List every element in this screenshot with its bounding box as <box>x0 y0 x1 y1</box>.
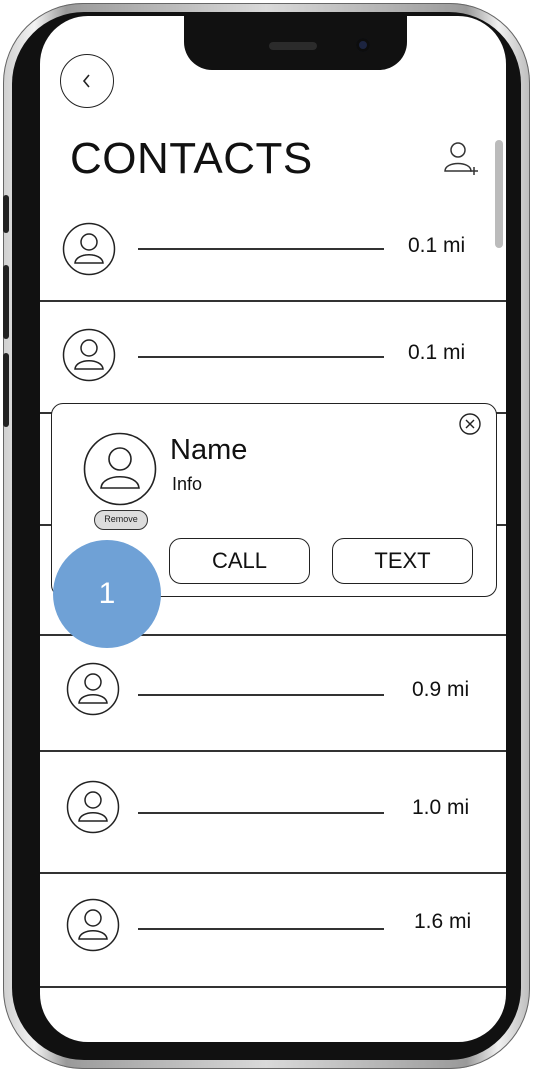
user-icon <box>62 222 116 276</box>
user-icon <box>66 662 120 716</box>
text-button[interactable]: TEXT <box>332 538 473 584</box>
page-title: CONTACTS <box>70 134 313 183</box>
scrollbar[interactable] <box>495 140 503 248</box>
divider <box>40 986 506 988</box>
remove-button[interactable]: Remove <box>94 510 148 530</box>
divider <box>40 750 506 752</box>
call-button[interactable]: CALL <box>169 538 310 584</box>
contact-info: Info <box>172 474 203 494</box>
back-button[interactable] <box>60 54 114 108</box>
close-icon[interactable] <box>458 412 482 436</box>
notch <box>184 16 407 70</box>
contact-distance: 1.0 mi <box>412 796 470 819</box>
divider <box>40 872 506 874</box>
speaker <box>269 42 317 50</box>
contact-distance: 0.1 mi <box>408 234 466 257</box>
add-user-icon[interactable] <box>440 138 480 178</box>
screen: CONTACTS 0.1 mi 0.1 mi Name Info Remove … <box>40 16 506 1042</box>
volume-up-button <box>3 265 9 339</box>
user-icon <box>62 328 116 382</box>
user-icon <box>66 898 120 952</box>
contact-distance: 1.6 mi <box>414 910 472 933</box>
divider <box>40 300 506 302</box>
front-camera <box>356 38 370 52</box>
contact-distance: 0.9 mi <box>412 678 470 701</box>
chevron-left-icon <box>82 74 90 88</box>
annotation-badge: 1 <box>53 540 161 648</box>
contact-name-placeholder <box>138 248 384 250</box>
user-icon <box>83 432 157 506</box>
volume-down-button <box>3 353 9 427</box>
contact-name-placeholder <box>138 928 384 930</box>
contact-distance: 0.1 mi <box>408 341 466 364</box>
user-icon <box>66 780 120 834</box>
contact-name-placeholder <box>138 694 384 696</box>
contact-name-placeholder <box>138 356 384 358</box>
mute-switch <box>3 195 9 233</box>
contact-name-placeholder <box>138 812 384 814</box>
contact-name: Name <box>170 434 248 466</box>
